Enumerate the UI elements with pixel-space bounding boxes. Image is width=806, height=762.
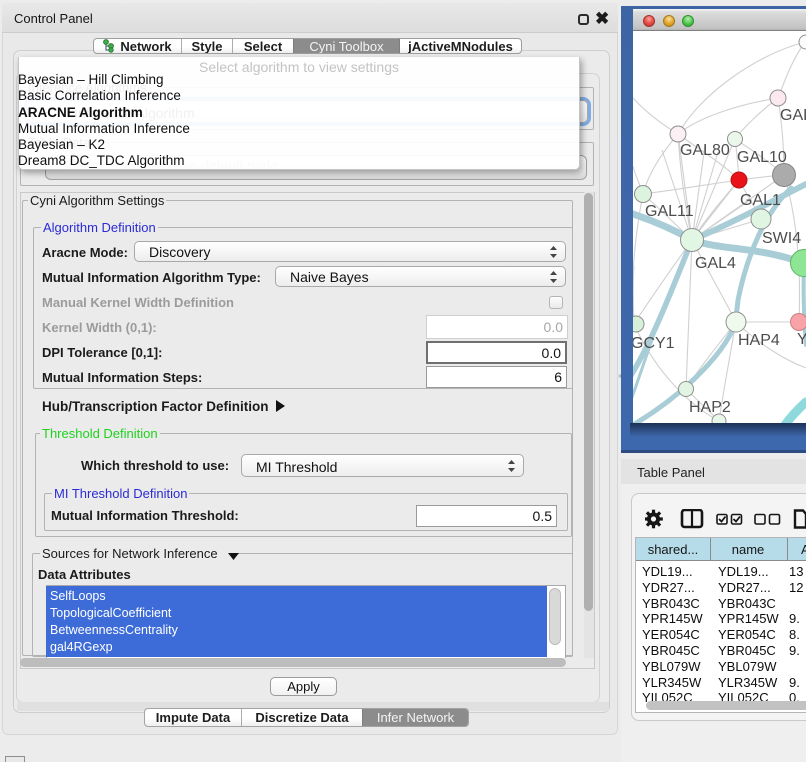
svg-text:GAL11: GAL11 (645, 203, 694, 220)
svg-text:GAL10: GAL10 (737, 149, 787, 166)
svg-text:GAL: GAL (780, 107, 806, 124)
svg-text:GAL4: GAL4 (695, 255, 736, 272)
svg-text:GAL1: GAL1 (740, 192, 781, 209)
svg-text:HAP4: HAP4 (738, 332, 780, 349)
svg-text:GAL80: GAL80 (680, 142, 730, 159)
svg-text:SWI4: SWI4 (762, 230, 801, 247)
svg-text:Y: Y (797, 331, 806, 348)
svg-text:HAP2: HAP2 (689, 399, 731, 416)
svg-text:GCY1: GCY1 (633, 335, 675, 352)
